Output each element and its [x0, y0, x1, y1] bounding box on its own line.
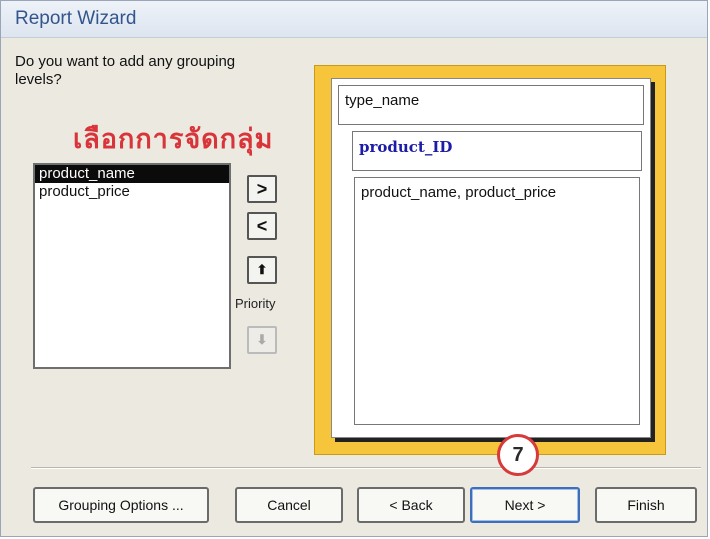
footer-divider — [31, 467, 701, 469]
thai-annotation: เลือกการจัดกลุ่ม — [73, 124, 274, 155]
finish-button[interactable]: Finish — [595, 487, 697, 523]
preview-group-level-2: product_ID — [352, 131, 642, 171]
priority-up-button[interactable]: ⬆ — [247, 256, 277, 284]
add-group-button[interactable]: > — [247, 175, 277, 203]
window-title: Report Wizard — [15, 8, 137, 29]
title-bar: Report Wizard — [1, 1, 707, 38]
preview-detail: product_name, product_price — [354, 177, 640, 425]
remove-group-button[interactable]: < — [247, 212, 277, 240]
preview-level-1-label: type_name — [345, 92, 420, 109]
preview-detail-label: product_name, product_price — [361, 184, 557, 201]
grouping-question: Do you want to add any grouping levels? — [15, 53, 236, 88]
cancel-button[interactable]: Cancel — [235, 487, 343, 523]
preview-group-level-1: type_name — [338, 85, 644, 125]
next-button[interactable]: Next > — [470, 487, 580, 523]
preview-page: type_name product_ID product_name, produ… — [331, 78, 651, 438]
grouping-preview: type_name product_ID product_name, produ… — [314, 65, 666, 455]
list-item[interactable]: product_price — [35, 183, 229, 201]
step-callout: 7 — [497, 434, 539, 476]
priority-down-button[interactable]: ⬇ — [247, 326, 277, 354]
priority-label: Priority — [235, 296, 276, 311]
preview-level-2-label: product_ID — [359, 138, 453, 156]
list-item[interactable]: product_name — [35, 165, 229, 183]
available-fields-list[interactable]: product_name product_price — [33, 163, 231, 369]
grouping-options-button[interactable]: Grouping Options ... — [33, 487, 209, 523]
back-button[interactable]: < Back — [357, 487, 465, 523]
report-wizard-window: Report Wizard Do you want to add any gro… — [0, 0, 708, 537]
